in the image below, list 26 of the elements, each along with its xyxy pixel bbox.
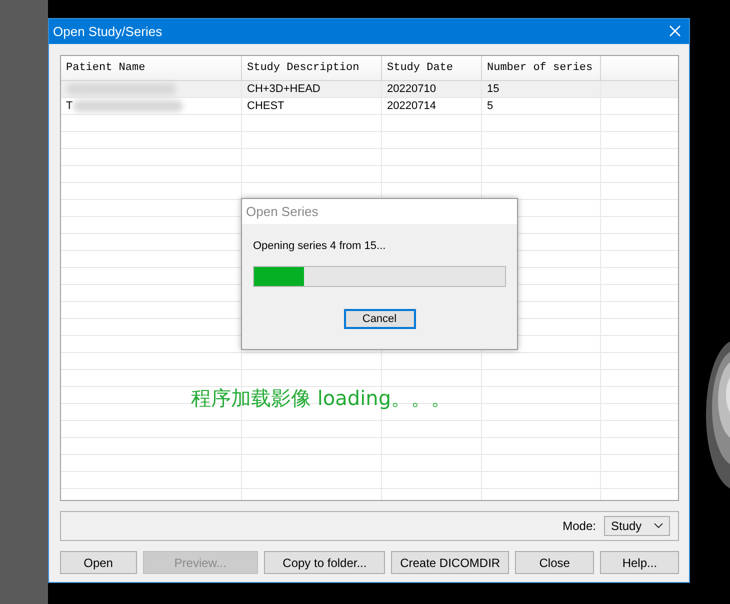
- dialog-button[interactable]: Create DICOMDIR: [391, 551, 509, 574]
- dialog-button[interactable]: Copy to folder...: [264, 551, 386, 574]
- column-header[interactable]: Study Description: [242, 56, 382, 80]
- study-row[interactable]: T CHEST 20220714 5: [61, 98, 678, 115]
- table-cell: CH+3D+HEAD: [247, 83, 320, 95]
- study-row[interactable]: CH+3D+HEAD 20220710 15: [61, 81, 678, 98]
- chevron-icon: [654, 523, 663, 529]
- mode-label: Mode:: [562, 519, 596, 533]
- window-title: Open Study/Series: [53, 24, 162, 39]
- dialog-button[interactable]: Help...: [600, 551, 679, 574]
- progress-message: Opening series 4 from 15...: [253, 240, 387, 252]
- table-cell: 20220710: [387, 83, 436, 95]
- table-cell: 15: [487, 83, 500, 95]
- column-header[interactable]: Study Date: [382, 56, 482, 80]
- dialog-button[interactable]: Open: [60, 551, 137, 574]
- table-cell: 20220714: [387, 100, 436, 112]
- dialog-button[interactable]: Close: [514, 551, 594, 574]
- mode-dropdown[interactable]: Study: [604, 516, 670, 536]
- column-header[interactable]: Number of series: [482, 56, 601, 80]
- cancel-button[interactable]: Cancel: [344, 309, 416, 329]
- table-cell: 5: [487, 100, 494, 112]
- column-header[interactable]: Patient Name: [61, 56, 242, 80]
- dialog-title: Open Series: [246, 204, 318, 219]
- annotation-text: 程序加载影像 loading。。。: [191, 385, 452, 412]
- table-cell: CHEST: [247, 100, 284, 112]
- patient-name: T: [66, 100, 73, 112]
